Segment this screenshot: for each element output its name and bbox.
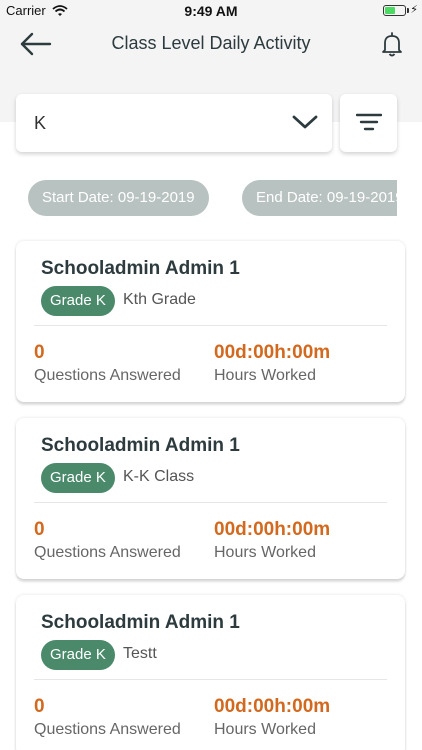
hours-worked-label: Hours Worked: [214, 544, 316, 561]
filter-lines-icon: [356, 113, 382, 131]
grade-select[interactable]: K: [16, 94, 332, 152]
back-arrow-icon[interactable]: [18, 30, 54, 58]
page-title: Class Level Daily Activity: [111, 33, 311, 53]
card-divider: [34, 502, 387, 503]
grade-select-value: K: [34, 113, 47, 133]
class-name: Testt: [123, 645, 157, 662]
questions-answered-label: Questions Answered: [34, 367, 181, 384]
status-bar: Carrier 9:49 AM ⚡: [0, 0, 422, 22]
nav-bar: Class Level Daily Activity: [0, 22, 422, 66]
questions-answered-value: 0: [34, 342, 45, 363]
class-name: K-K Class: [123, 468, 195, 485]
battery-nub: [407, 8, 409, 13]
filter-button[interactable]: [340, 94, 397, 152]
grade-badge: Grade K: [41, 640, 115, 670]
grade-badge: Grade K: [41, 463, 115, 493]
user-name: Schooladmin Admin 1: [41, 258, 240, 279]
hours-worked-value: 00d:00h:00m: [214, 342, 331, 363]
start-date-chip[interactable]: Start Date: 09-19-2019: [28, 180, 209, 216]
chevron-down-icon: [292, 114, 318, 135]
hours-worked-label: Hours Worked: [214, 367, 316, 384]
hours-worked-value: 00d:00h:00m: [214, 696, 331, 717]
battery-icon: [383, 5, 406, 16]
battery-level-fill: [385, 7, 396, 14]
hours-worked-value: 00d:00h:00m: [214, 519, 331, 540]
bell-icon[interactable]: [380, 30, 404, 58]
card-divider: [34, 325, 387, 326]
end-date-chip[interactable]: End Date: 09-19-2019: [242, 180, 397, 216]
date-chip-strip[interactable]: Start Date: 09-19-2019 End Date: 09-19-2…: [28, 180, 397, 216]
questions-answered-value: 0: [34, 519, 45, 540]
user-name: Schooladmin Admin 1: [41, 435, 240, 456]
card-divider: [34, 679, 387, 680]
grade-badge: Grade K: [41, 286, 115, 316]
user-name: Schooladmin Admin 1: [41, 612, 240, 633]
activity-card[interactable]: Schooladmin Admin 1 Grade K Testt 0 Ques…: [16, 595, 405, 750]
questions-answered-label: Questions Answered: [34, 721, 181, 738]
activity-card[interactable]: Schooladmin Admin 1 Grade K K-K Class 0 …: [16, 418, 405, 579]
hours-worked-label: Hours Worked: [214, 721, 316, 738]
activity-card[interactable]: Schooladmin Admin 1 Grade K Kth Grade 0 …: [16, 241, 405, 402]
charging-icon: ⚡: [410, 4, 418, 16]
questions-answered-value: 0: [34, 696, 45, 717]
status-time: 9:49 AM: [184, 3, 238, 19]
questions-answered-label: Questions Answered: [34, 544, 181, 561]
class-name: Kth Grade: [123, 291, 196, 308]
